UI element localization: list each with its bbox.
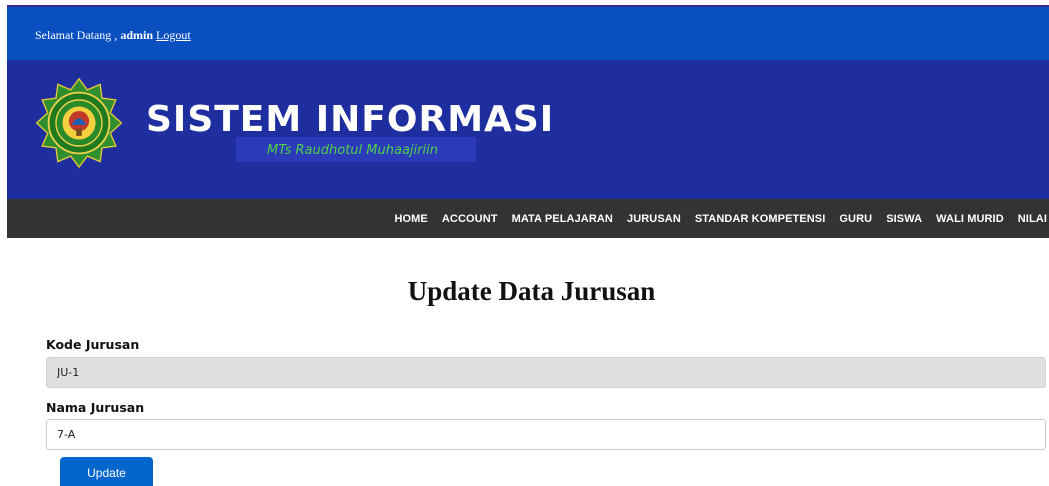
header-banner: SISTEM INFORMASI MTs Raudhotul Muhaajiri… xyxy=(7,60,1049,199)
kode-jurusan-label: Kode Jurusan xyxy=(46,337,140,352)
nav-standar-kompetensi[interactable]: STANDAR KOMPETENSI xyxy=(688,213,833,225)
username: admin xyxy=(120,28,153,42)
page-title: Update Data Jurusan xyxy=(407,276,656,306)
welcome-message: Selamat Datang , admin Logout xyxy=(35,28,191,43)
main-navigation: HOME ACCOUNT MATA PELAJARAN JURUSAN STAN… xyxy=(7,199,1049,238)
site-title: SISTEM INFORMASI xyxy=(146,99,555,140)
welcome-text: Selamat Datang , xyxy=(35,28,118,42)
top-bar: Selamat Datang , admin Logout xyxy=(7,5,1049,60)
nav-guru[interactable]: GURU xyxy=(832,213,879,225)
nav-nilai[interactable]: NILAI xyxy=(1011,213,1049,225)
logout-link[interactable]: Logout xyxy=(156,28,191,42)
kode-jurusan-input[interactable] xyxy=(46,357,1046,388)
nav-home[interactable]: HOME xyxy=(387,213,434,225)
update-button[interactable]: Update xyxy=(60,457,153,486)
nav-siswa[interactable]: SISWA xyxy=(879,213,929,225)
nama-jurusan-label: Nama Jurusan xyxy=(46,400,145,415)
nav-jurusan[interactable]: JURUSAN xyxy=(620,213,688,225)
site-subtitle: MTs Raudhotul Muhaajiriin xyxy=(267,143,438,158)
nama-jurusan-input[interactable] xyxy=(46,419,1046,450)
nav-mata-pelajaran[interactable]: MATA PELAJARAN xyxy=(505,213,620,225)
nav-wali-murid[interactable]: WALI MURID xyxy=(929,213,1011,225)
school-emblem-icon xyxy=(35,77,123,169)
nav-account[interactable]: ACCOUNT xyxy=(435,213,505,225)
